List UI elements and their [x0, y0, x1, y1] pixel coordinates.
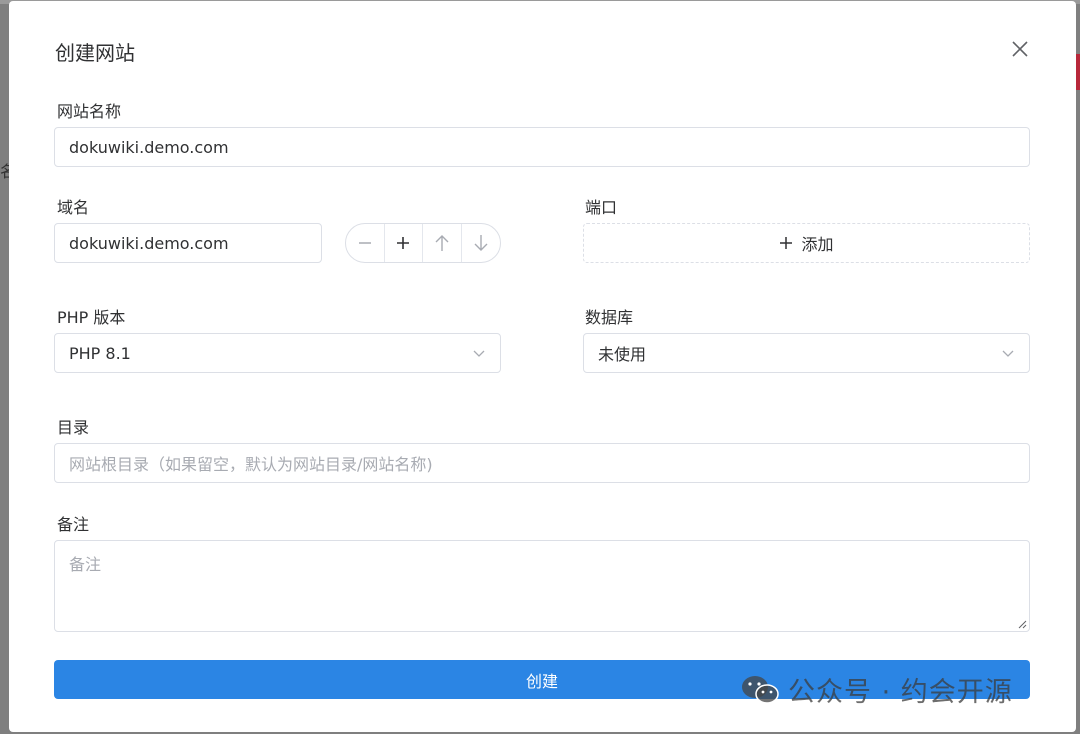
watermark: 公众号 · 约会开源 [740, 670, 1013, 709]
port-label: 端口 [585, 198, 618, 217]
chevron-down-icon [1002, 350, 1014, 357]
add-port-button[interactable]: 添加 [583, 223, 1030, 263]
php-version-label: PHP 版本 [57, 308, 126, 327]
directory-input[interactable]: 网站根目录（如果留空，默认为网站目录/网站名称) [54, 443, 1030, 483]
directory-label: 目录 [57, 418, 90, 437]
database-select[interactable]: 未使用 [583, 333, 1030, 373]
arrow-down-icon[interactable] [462, 224, 500, 262]
arrow-up-icon[interactable] [423, 224, 462, 262]
chevron-down-icon [473, 350, 485, 357]
create-site-dialog: 创建网站 网站名称 dokuwiki.demo.com 域名 dokuwiki.… [9, 1, 1076, 732]
database-label: 数据库 [585, 308, 634, 327]
remark-label: 备注 [57, 515, 90, 534]
domain-stepper [345, 223, 501, 263]
domain-input[interactable]: dokuwiki.demo.com [54, 223, 322, 263]
php-version-select[interactable]: PHP 8.1 [54, 333, 501, 373]
plus-icon [780, 237, 793, 249]
add-port-label: 添加 [801, 235, 834, 254]
site-name-label: 网站名称 [57, 102, 122, 121]
remark-placeholder: 备注 [69, 555, 102, 574]
dialog-title: 创建网站 [55, 41, 135, 65]
domain-label: 域名 [57, 198, 90, 217]
directory-placeholder: 网站根目录（如果留空，默认为网站目录/网站名称) [69, 455, 433, 474]
watermark-text: 公众号 · 约会开源 [788, 677, 1013, 708]
php-version-value: PHP 8.1 [69, 343, 131, 363]
remark-textarea[interactable]: 备注 [54, 540, 1030, 632]
site-name-value: dokuwiki.demo.com [69, 137, 229, 157]
site-name-input[interactable]: dokuwiki.demo.com [54, 127, 1030, 167]
plus-icon[interactable] [385, 224, 423, 262]
close-icon[interactable] [1010, 39, 1030, 59]
database-value: 未使用 [598, 345, 647, 364]
wechat-icon [742, 675, 779, 704]
resize-handle-icon[interactable] [1017, 619, 1027, 629]
minus-icon[interactable] [346, 224, 385, 262]
domain-value: dokuwiki.demo.com [69, 233, 229, 253]
